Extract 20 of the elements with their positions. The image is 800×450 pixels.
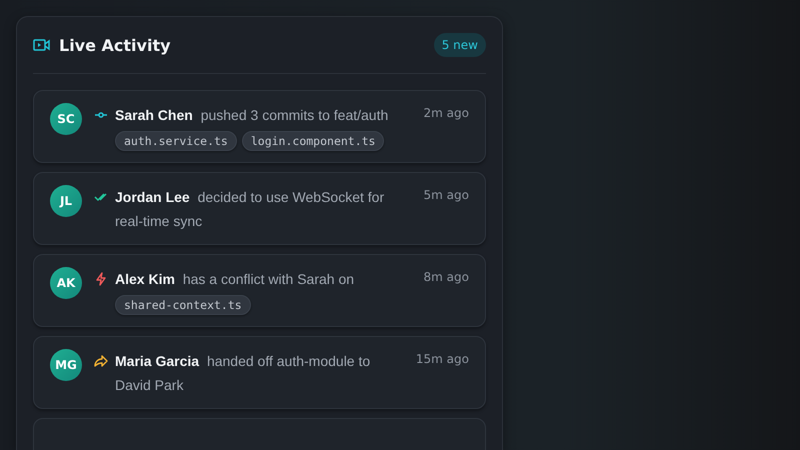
activity-text: Alex Kim has a conflict with Sarah on (115, 270, 356, 289)
activity-text: Sarah Chen pushed 3 commits to feat/auth (115, 106, 390, 125)
timestamp: 5m ago (424, 187, 469, 204)
timestamp: 2m ago (424, 105, 469, 122)
file-tag[interactable]: login.component.ts (242, 131, 384, 151)
forward-arrow-icon (94, 354, 108, 368)
file-tag[interactable]: auth.service.ts (115, 131, 237, 151)
avatar: MG (50, 349, 82, 381)
lightning-icon (94, 272, 108, 286)
new-count-badge: 5 new (434, 33, 486, 57)
avatar: JL (50, 185, 82, 217)
avatar: SC (50, 103, 82, 135)
activity-text: Jordan Lee decided to use WebSocket for real-time sync (115, 188, 386, 231)
video-camera-icon (33, 38, 50, 52)
panel-title: Live Activity (59, 36, 172, 54)
timestamp: 15m ago (416, 351, 469, 368)
timestamp: 8m ago (424, 269, 469, 286)
file-tag[interactable]: shared-context.ts (115, 295, 251, 315)
avatar: AK (50, 267, 82, 299)
activity-text: Maria Garcia handed off auth-module to David Park (115, 352, 372, 395)
